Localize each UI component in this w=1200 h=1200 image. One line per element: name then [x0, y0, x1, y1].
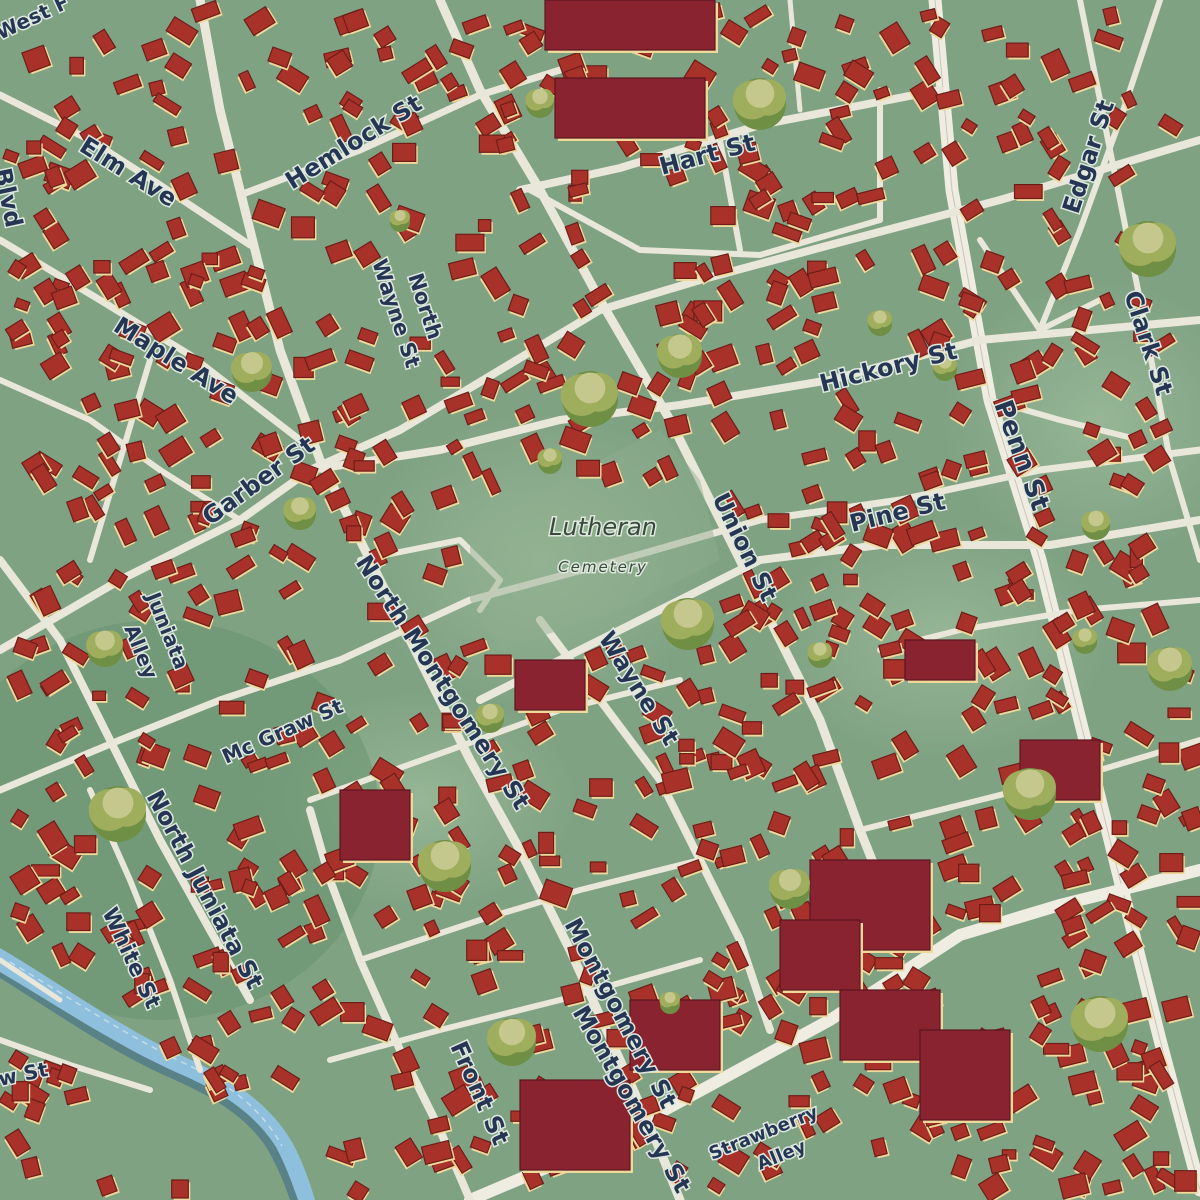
- building: [484, 654, 514, 677]
- building: [290, 216, 317, 241]
- building: [679, 752, 696, 767]
- building: [760, 672, 780, 690]
- building: [809, 996, 829, 1018]
- building: [978, 903, 1003, 925]
- building-large: [919, 1029, 1013, 1123]
- building: [1005, 42, 1031, 60]
- building: [589, 778, 615, 799]
- cemetery-type-label: Cemetery: [558, 558, 648, 576]
- building: [353, 460, 377, 474]
- building: [496, 949, 525, 963]
- building: [843, 573, 860, 588]
- building-large: [904, 639, 978, 683]
- building: [93, 260, 113, 276]
- building: [874, 957, 905, 972]
- building: [1152, 1151, 1171, 1168]
- building-large: [554, 77, 708, 141]
- building: [466, 939, 489, 963]
- building: [741, 721, 764, 737]
- building: [576, 459, 602, 479]
- building: [66, 912, 92, 933]
- building: [839, 828, 856, 849]
- building: [678, 738, 696, 754]
- building: [92, 690, 108, 703]
- building: [477, 219, 493, 234]
- building: [538, 831, 556, 856]
- building: [1174, 1170, 1199, 1194]
- building: [26, 140, 43, 157]
- building: [392, 142, 418, 164]
- building: [346, 525, 363, 544]
- building: [1111, 820, 1129, 837]
- building: [191, 475, 213, 491]
- building: [785, 679, 806, 697]
- building: [1167, 707, 1193, 720]
- building: [455, 233, 486, 254]
- building: [811, 191, 836, 205]
- building: [171, 1179, 191, 1200]
- building: [1176, 895, 1200, 910]
- building: [69, 56, 86, 77]
- building: [73, 835, 98, 856]
- building: [858, 430, 878, 454]
- building: [589, 861, 608, 875]
- building: [1042, 1042, 1071, 1057]
- building: [1117, 642, 1148, 666]
- building: [1159, 852, 1185, 875]
- cemetery-name-label: Lutheran: [549, 513, 657, 541]
- building: [957, 863, 981, 885]
- building: [1158, 742, 1181, 765]
- building: [673, 262, 699, 281]
- map-canvas[interactable]: Lutheran Cemetery West F Elm Ave Hemlock…: [0, 0, 1200, 1200]
- building: [440, 376, 462, 389]
- building: [767, 513, 791, 530]
- building: [710, 206, 738, 227]
- building-large: [779, 919, 863, 993]
- building-large: [544, 0, 718, 53]
- building: [340, 1001, 366, 1024]
- building: [218, 700, 246, 717]
- building-large: [339, 789, 413, 863]
- building: [538, 855, 562, 869]
- building-large: [514, 659, 588, 713]
- building: [1013, 184, 1045, 201]
